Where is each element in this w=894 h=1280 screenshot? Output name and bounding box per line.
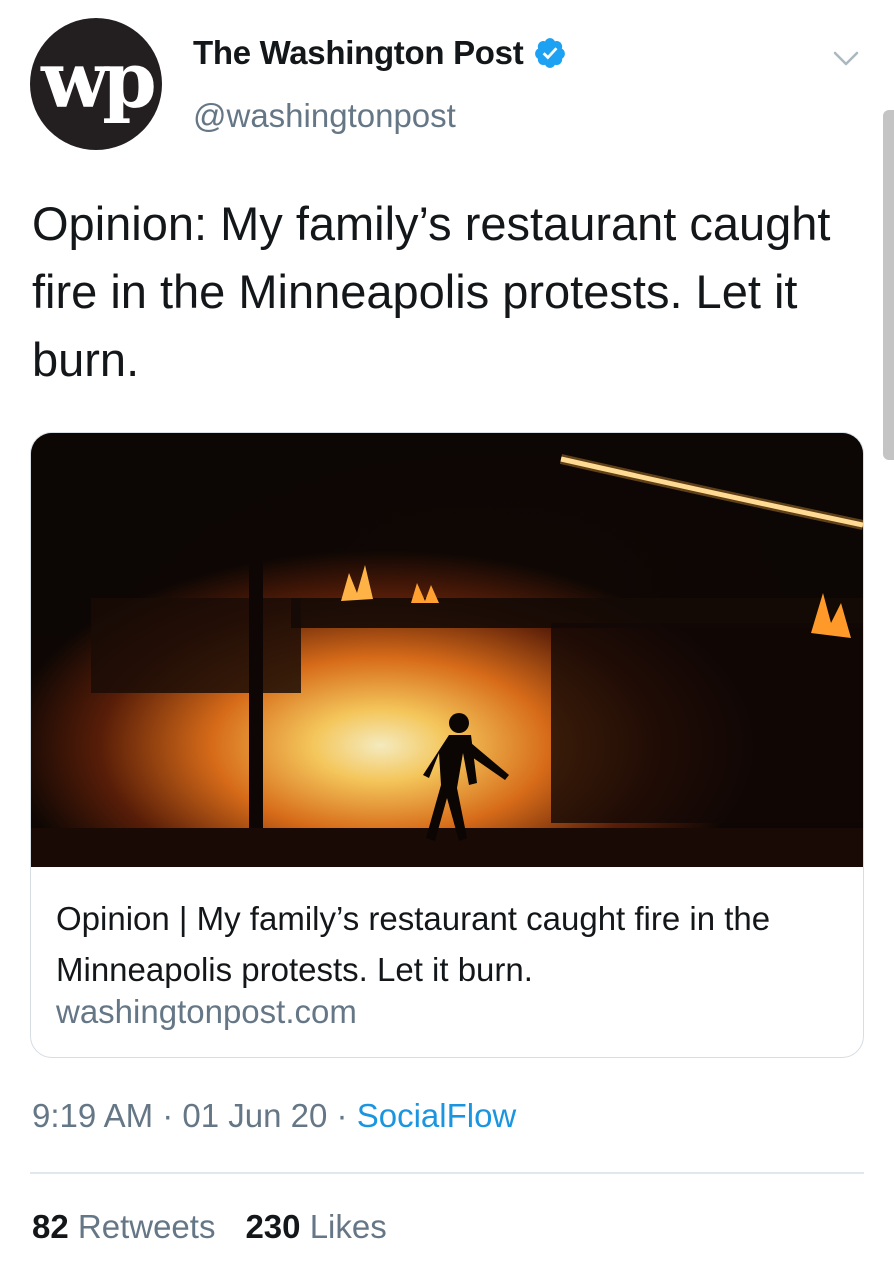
card-domain[interactable]: washingtonpost.com — [56, 993, 357, 1031]
chevron-down-icon[interactable] — [826, 38, 866, 78]
tweet-source-link[interactable]: SocialFlow — [357, 1097, 517, 1134]
verified-badge-icon — [535, 38, 566, 68]
retweets-label: Retweets — [77, 1208, 216, 1245]
account-handle[interactable]: @washingtonpost — [193, 97, 456, 135]
divider — [30, 1172, 864, 1174]
tweet-stats: 82 Retweets 230 Likes — [32, 1208, 387, 1246]
scrollbar[interactable] — [883, 110, 894, 460]
meta-separator: · — [153, 1097, 183, 1134]
tweet-date[interactable]: 01 Jun 20 — [182, 1097, 327, 1134]
link-card[interactable]: Opinion | My family’s restaurant caught … — [30, 432, 864, 1058]
avatar-logo-text: wp — [41, 35, 157, 126]
likes-label: Likes — [309, 1208, 387, 1245]
retweets-count: 82 — [32, 1208, 69, 1245]
avatar[interactable]: wp — [30, 18, 162, 150]
display-name[interactable]: The Washington Post — [193, 34, 524, 72]
retweets-stat[interactable]: 82 Retweets — [32, 1208, 215, 1245]
card-title[interactable]: Opinion | My family’s restaurant caught … — [56, 893, 836, 995]
likes-count: 230 — [245, 1208, 301, 1245]
meta-separator: · — [327, 1097, 357, 1134]
tweet-time[interactable]: 9:19 AM — [32, 1097, 153, 1134]
card-image — [31, 433, 863, 867]
likes-stat[interactable]: 230 Likes — [245, 1208, 386, 1245]
tweet-meta: 9:19 AM · 01 Jun 20 · SocialFlow — [32, 1097, 516, 1135]
tweet-text: Opinion: My family’s restaurant caught f… — [32, 197, 831, 386]
account-name-row[interactable]: The Washington Post — [193, 34, 567, 72]
